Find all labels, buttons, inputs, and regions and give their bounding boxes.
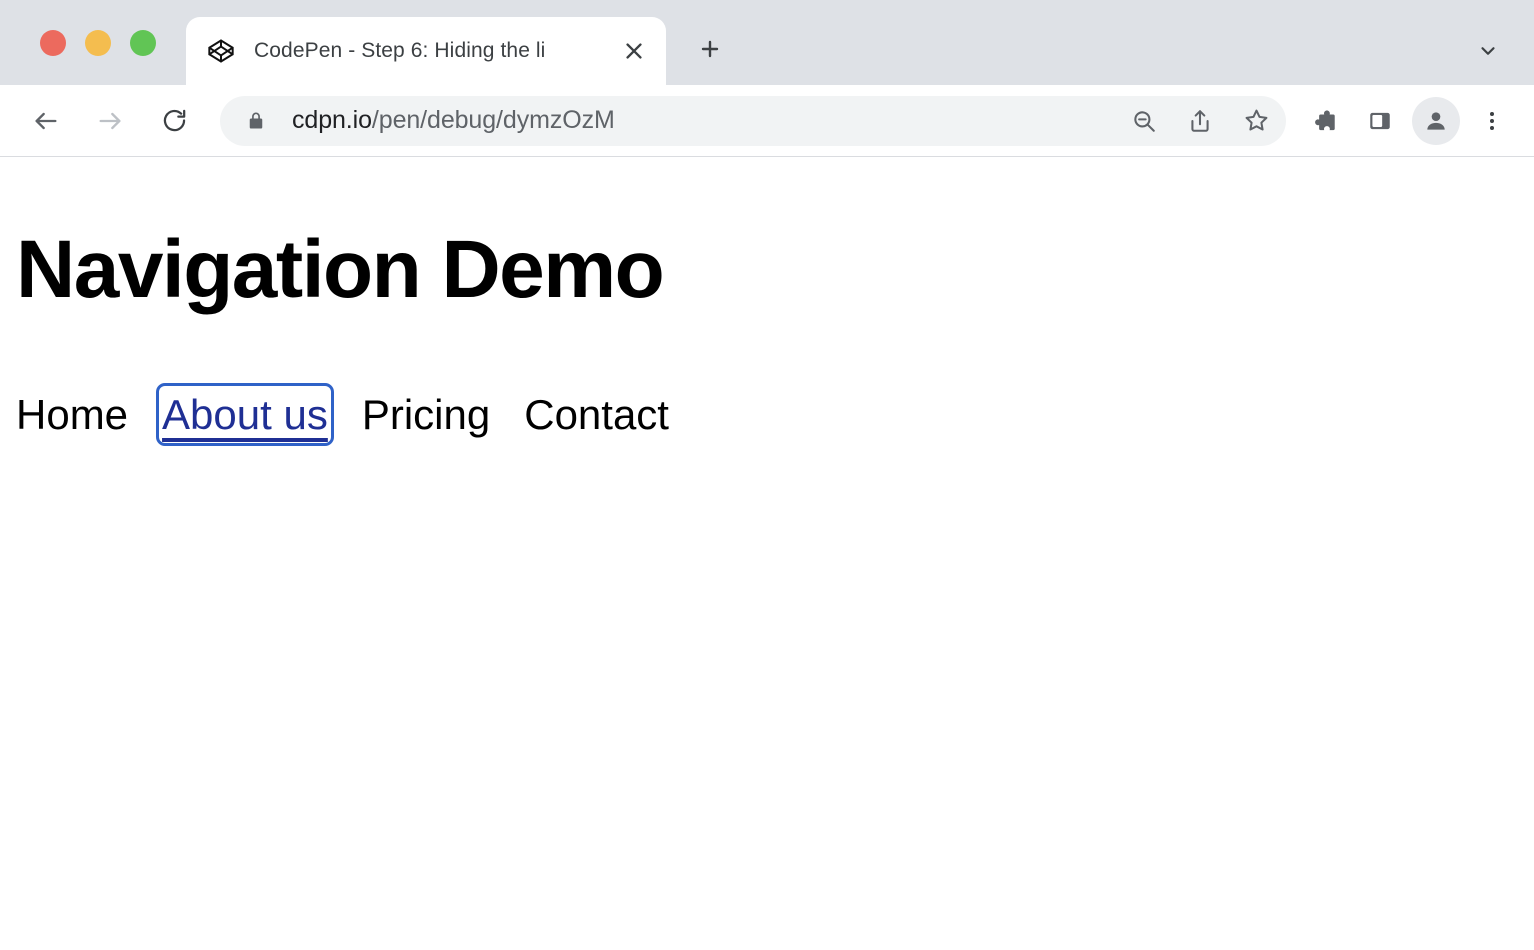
page-viewport: Navigation Demo Home About us Pricing Co… [0, 157, 1534, 950]
address-bar[interactable]: cdpn.io/pen/debug/dymzOzM [220, 96, 1286, 146]
toolbar-right-actions [1300, 97, 1516, 145]
nav-item-pricing: Pricing [362, 389, 490, 440]
nav-item-about-us: About us [162, 389, 328, 440]
site-navigation: Home About us Pricing Contact [16, 389, 669, 440]
url-path: /pen/debug/dymzOzM [372, 106, 615, 134]
codepen-icon [206, 36, 236, 66]
extensions-icon[interactable] [1300, 97, 1348, 145]
zoom-out-icon[interactable] [1120, 97, 1168, 145]
side-panel-icon[interactable] [1356, 97, 1404, 145]
reload-button[interactable] [150, 97, 198, 145]
tab-search-button[interactable] [1466, 29, 1510, 73]
star-icon[interactable] [1232, 97, 1280, 145]
profile-avatar-icon[interactable] [1412, 97, 1460, 145]
tab-strip: CodePen - Step 6: Hiding the li [0, 0, 1534, 85]
url-text: cdpn.io/pen/debug/dymzOzM [292, 106, 1120, 135]
nav-link-home[interactable]: Home [16, 389, 128, 440]
window-minimize-button[interactable] [85, 30, 111, 56]
back-button[interactable] [22, 97, 70, 145]
nav-link-pricing[interactable]: Pricing [362, 389, 490, 440]
forward-button [86, 97, 134, 145]
nav-item-home: Home [16, 389, 128, 440]
more-menu-icon[interactable] [1468, 97, 1516, 145]
window-close-button[interactable] [40, 30, 66, 56]
omnibox-actions [1120, 97, 1280, 145]
nav-link-contact[interactable]: Contact [524, 389, 669, 440]
new-tab-button[interactable] [686, 25, 734, 73]
window-traffic-lights [40, 30, 156, 56]
nav-link-about-us[interactable]: About us [162, 389, 328, 440]
tab-title: CodePen - Step 6: Hiding the li [254, 39, 612, 63]
lock-icon [246, 110, 266, 132]
page-title: Navigation Demo [16, 229, 663, 311]
browser-toolbar: cdpn.io/pen/debug/dymzOzM [0, 85, 1534, 157]
browser-tab-active[interactable]: CodePen - Step 6: Hiding the li [186, 17, 666, 85]
browser-window: CodePen - Step 6: Hiding the li [0, 0, 1534, 950]
url-host: cdpn.io [292, 106, 372, 134]
close-icon[interactable] [612, 29, 656, 73]
nav-item-contact: Contact [524, 389, 669, 440]
share-icon[interactable] [1176, 97, 1224, 145]
window-maximize-button[interactable] [130, 30, 156, 56]
